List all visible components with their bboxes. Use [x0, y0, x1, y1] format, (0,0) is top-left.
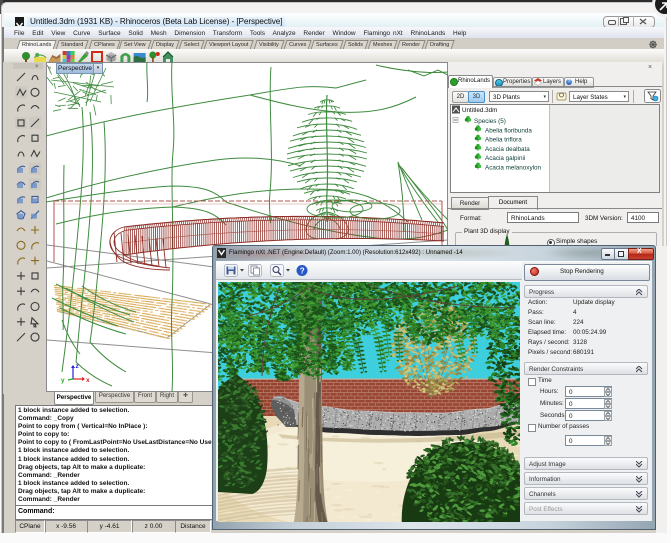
svg-text:Acacia dealbata: Acacia dealbata: [485, 145, 530, 152]
svg-text:Abelia triflora: Abelia triflora: [485, 136, 522, 143]
svg-text:Acacia melanoxylon: Acacia melanoxylon: [485, 164, 541, 171]
svg-text:z: z: [76, 363, 80, 370]
svg-text:Abelia floribunda: Abelia floribunda: [485, 127, 532, 134]
svg-text:y: y: [61, 377, 65, 384]
svg-text:Untitled.3dm: Untitled.3dm: [462, 107, 497, 114]
svg-text:?: ?: [300, 267, 305, 276]
svg-text:x: x: [86, 377, 90, 384]
svg-text:×: ×: [35, 64, 39, 70]
svg-text:Acacia galpinii: Acacia galpinii: [485, 155, 525, 162]
svg-text:Species (5): Species (5): [474, 118, 506, 125]
